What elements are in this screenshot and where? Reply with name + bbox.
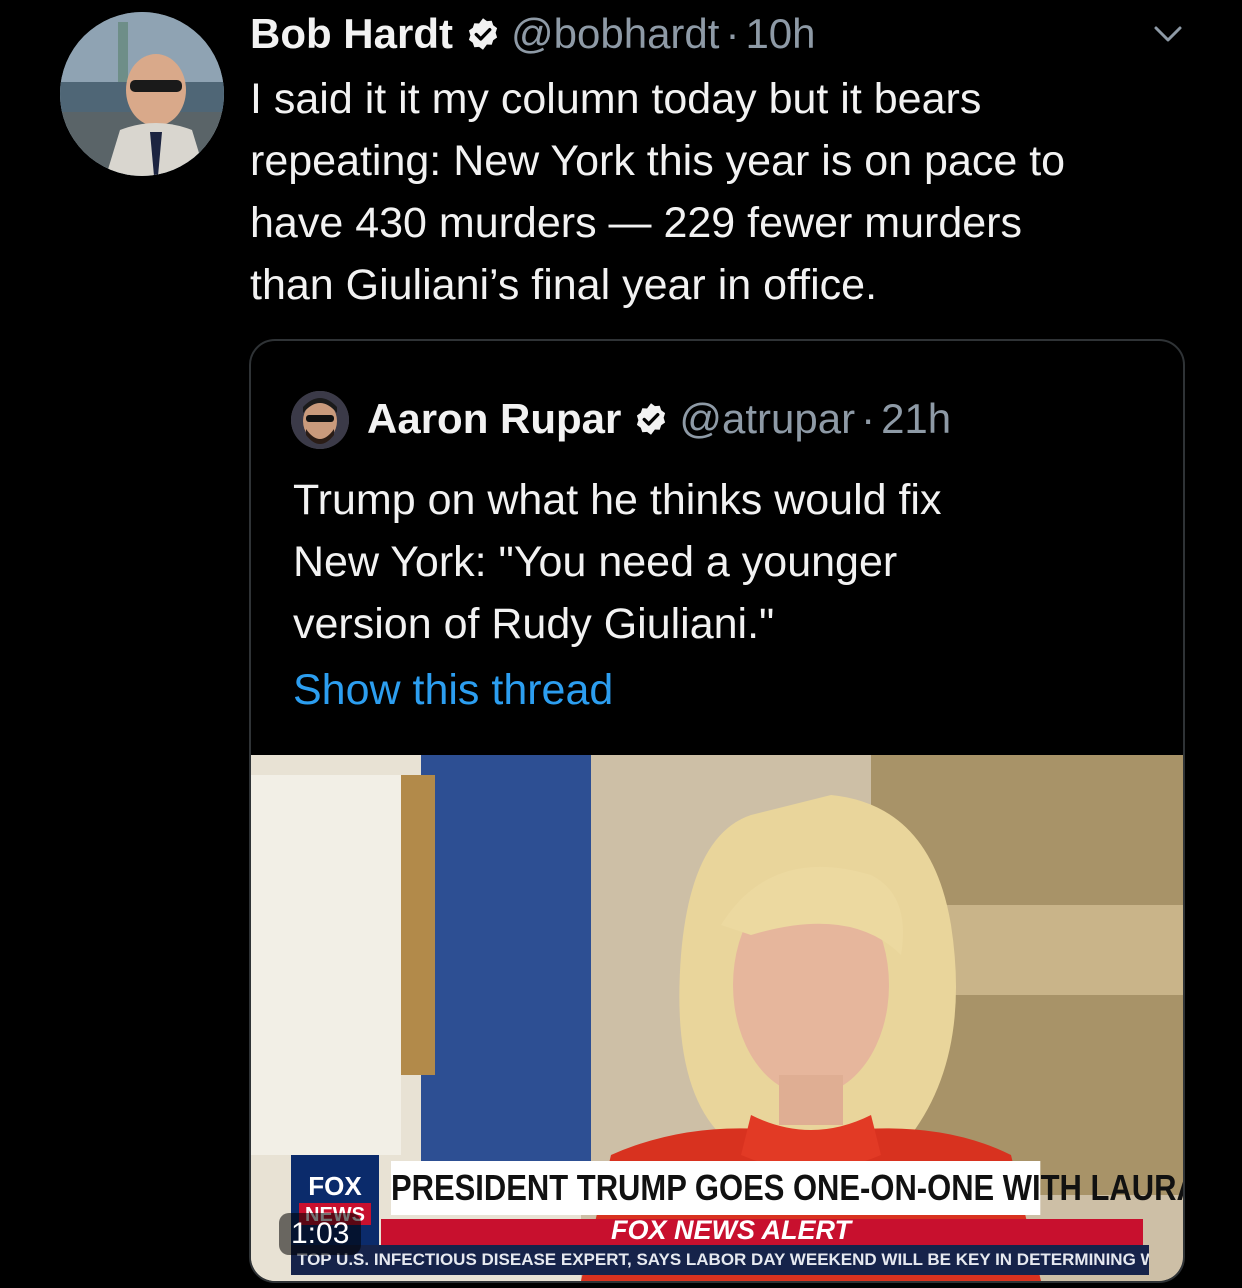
quoted-text-line: version of Rudy Giuliani." [293,600,775,648]
quoted-text-line: Trump on what he thinks would fix [293,476,942,524]
tweet-timestamp[interactable]: 10h [745,10,815,58]
quoted-text-line: New York: "You need a younger [293,538,898,586]
show-thread-link[interactable]: Show this thread [293,666,613,715]
header-separator: · [861,395,876,442]
chevron-down-icon[interactable] [1150,20,1186,48]
quoted-tweet-timestamp[interactable]: 21h [881,395,951,443]
tweet-header: Bob Hardt @bobhardt · 10h [250,8,816,60]
header-separator: · [725,10,740,57]
tweet-text-line: repeating: New York this year is on pace… [250,137,1066,185]
tweet-text: I said it it my column today but it bear… [250,68,1210,316]
video-chyron-headline: PRESIDENT TRUMP GOES ONE-ON-ONE WITH LAU… [391,1161,1183,1215]
tweet-text-line: have 430 murders — 229 fewer murders [250,199,1022,247]
tweet-text-line: I said it it my column today but it bear… [250,75,982,123]
verified-badge-icon [468,18,498,50]
video-player[interactable]: FOX NEWS PRESIDENT TRUMP GOES ONE-ON-ONE… [251,755,1183,1281]
tweet-text-line: than Giuliani’s final year in office. [250,261,878,309]
author-name[interactable]: Bob Hardt [250,10,453,58]
author-avatar[interactable] [60,12,224,176]
fox-logo-top: FOX [308,1171,362,1201]
quoted-tweet-text: Trump on what he thinks would fix New Yo… [293,469,1153,655]
quoted-tweet-header: Aaron Rupar @atrupar · 21h [367,389,951,449]
news-ticker: TOP U.S. INFECTIOUS DISEASE EXPERT, SAYS… [291,1245,1149,1275]
author-handle[interactable]: @bobhardt [511,10,719,58]
quoted-tweet[interactable]: Aaron Rupar @atrupar · 21h Trump on what… [249,339,1185,1283]
quoted-author-name[interactable]: Aaron Rupar [367,395,621,443]
fox-news-alert-label: FOX NEWS ALERT [611,1215,852,1245]
tweet: Bob Hardt @bobhardt · 10h I said it it m… [0,0,1242,1288]
verified-badge-icon [637,403,666,435]
quoted-author-avatar-photo [291,391,349,449]
video-duration: 1:03 [279,1213,362,1255]
quoted-author-handle[interactable]: @atrupar [679,395,855,443]
quoted-author-avatar [291,391,349,449]
author-avatar-photo [60,12,224,176]
